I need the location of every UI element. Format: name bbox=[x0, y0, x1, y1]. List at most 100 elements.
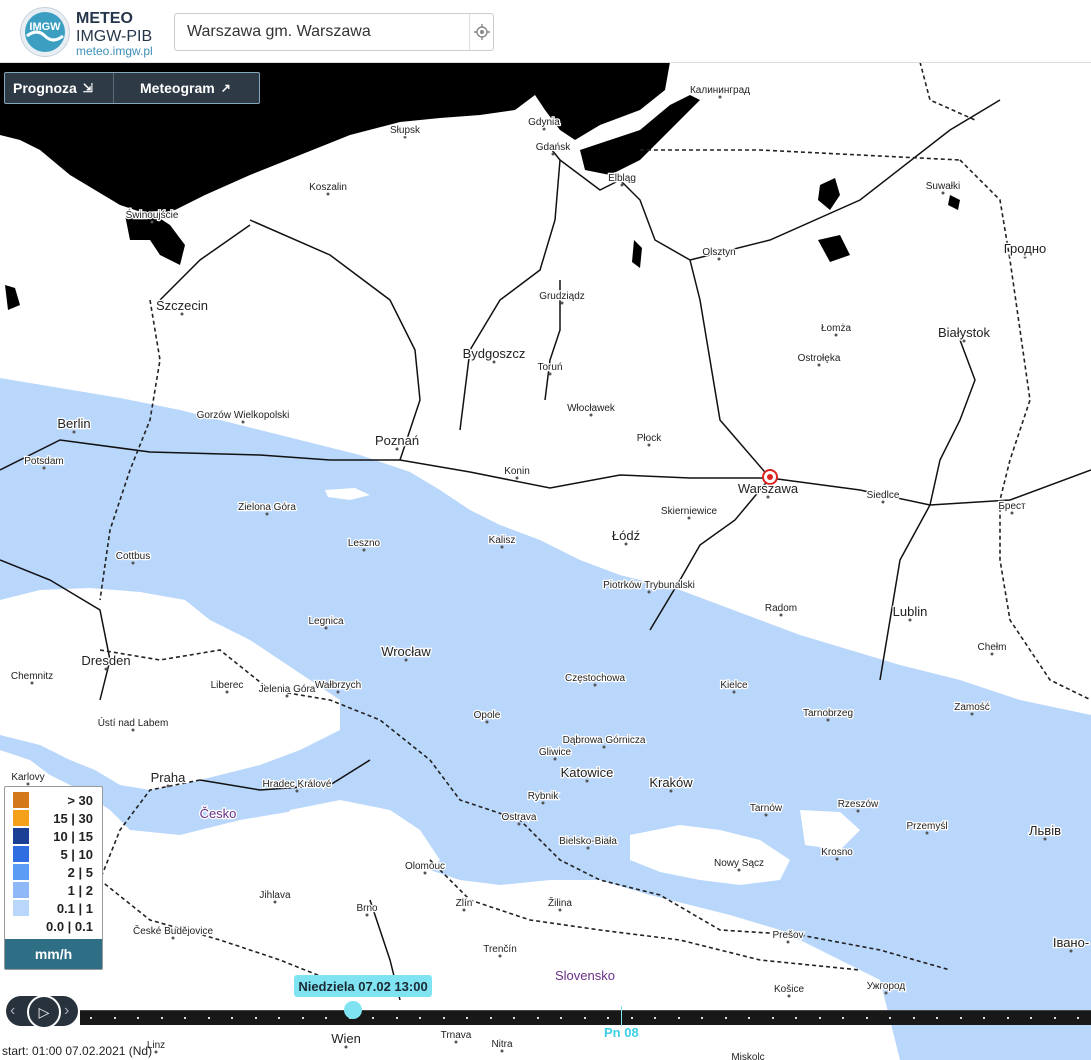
legend-label: 10 | 15 bbox=[53, 828, 93, 844]
legend-swatch bbox=[13, 900, 29, 916]
view-tabs: Prognoza ⇲ Meteogram ↗ bbox=[4, 72, 260, 104]
map-label: Tarnów bbox=[750, 803, 783, 814]
map-label: Włocławek bbox=[567, 403, 616, 414]
legend-item: > 30 bbox=[13, 791, 93, 809]
map-label: Legnica bbox=[308, 616, 343, 627]
time-tick bbox=[701, 1017, 703, 1019]
current-time-tooltip: Niedziela 07.02 13:00 bbox=[294, 975, 432, 997]
time-tick bbox=[607, 1017, 609, 1019]
map-label: Katowice bbox=[561, 765, 614, 780]
map-label: Płock bbox=[637, 433, 662, 444]
playback-controls: ‹ ▷ › bbox=[6, 995, 78, 1029]
time-tick bbox=[889, 1017, 891, 1019]
map-label: Potsdam bbox=[24, 456, 63, 467]
legend-item: 5 | 10 bbox=[13, 845, 93, 863]
map-label: Praha bbox=[151, 770, 186, 785]
time-tick bbox=[137, 1017, 139, 1019]
map-label: Cottbus bbox=[116, 551, 150, 562]
legend-label: 15 | 30 bbox=[53, 810, 93, 826]
time-tick bbox=[678, 1017, 680, 1019]
map-label: Zielona Góra bbox=[238, 502, 296, 513]
map-label: Lublin bbox=[893, 604, 928, 619]
legend-swatch bbox=[13, 792, 29, 808]
legend-label: 0.0 | 0.1 bbox=[45, 918, 93, 934]
time-tick bbox=[795, 1017, 797, 1019]
start-time-label: start: 01:00 07.02.2021 (Nd) bbox=[2, 1044, 153, 1058]
time-tick bbox=[913, 1017, 915, 1019]
chevron-left-icon[interactable]: ‹ bbox=[10, 1002, 15, 1020]
time-tick bbox=[631, 1017, 633, 1019]
time-tick bbox=[1007, 1017, 1009, 1019]
play-button[interactable]: ▷ bbox=[27, 995, 61, 1029]
time-tick bbox=[748, 1017, 750, 1019]
time-tick bbox=[396, 1017, 398, 1019]
time-tick bbox=[208, 1017, 210, 1019]
map-label: Przemyśl bbox=[906, 821, 947, 832]
map-label: Koszalin bbox=[309, 182, 347, 193]
search-divider bbox=[469, 14, 470, 50]
legend-item: 0.0 | 0.1 bbox=[13, 917, 93, 935]
map-label: Krosno bbox=[821, 847, 853, 858]
map-label: Opole bbox=[474, 710, 501, 721]
legend-label: 2 | 5 bbox=[67, 864, 93, 880]
map-label: Wrocław bbox=[381, 644, 431, 659]
time-tick bbox=[819, 1017, 821, 1019]
time-tick bbox=[513, 1017, 515, 1019]
chevron-right-icon[interactable]: › bbox=[64, 1002, 69, 1020]
time-tick bbox=[443, 1017, 445, 1019]
map-label: Ostrava bbox=[501, 812, 536, 823]
map-label: Jihlava bbox=[259, 890, 291, 901]
time-tick bbox=[983, 1017, 985, 1019]
time-tick bbox=[866, 1017, 868, 1019]
legend-swatch bbox=[13, 846, 29, 862]
day-marker-label: Pn 08 bbox=[604, 1025, 639, 1040]
map-label: Siedlce bbox=[867, 490, 900, 501]
map-label: Trenčín bbox=[483, 944, 517, 955]
map-label: Tarnobrzeg bbox=[803, 708, 853, 719]
legend-unit[interactable]: mm/h bbox=[5, 939, 102, 969]
map-label: Львів bbox=[1029, 823, 1061, 838]
time-tick bbox=[960, 1017, 962, 1019]
time-slider-thumb[interactable] bbox=[343, 1001, 362, 1019]
legend-item: 15 | 30 bbox=[13, 809, 93, 827]
time-tick bbox=[325, 1017, 327, 1019]
map-label: Gdynia bbox=[528, 117, 560, 128]
precipitation-legend: > 30 15 | 30 10 | 15 5 | 10 2 | 5 1 | 2 0.1 | … bbox=[4, 786, 103, 970]
time-tick bbox=[490, 1017, 492, 1019]
chart-trend-icon: ↗ bbox=[220, 81, 231, 95]
map-label: Wałbrzych bbox=[315, 680, 361, 691]
map-label: Ostrołęka bbox=[798, 353, 841, 364]
time-tick bbox=[302, 1017, 304, 1019]
time-tick bbox=[654, 1017, 656, 1019]
arrow-down-right-icon: ⇲ bbox=[82, 81, 93, 95]
map-label: Kalisz bbox=[489, 535, 516, 546]
time-slider-track[interactable] bbox=[80, 1010, 1091, 1025]
time-tick bbox=[161, 1017, 163, 1019]
logo-url[interactable]: meteo.imgw.pl bbox=[76, 44, 153, 58]
time-tick bbox=[255, 1017, 257, 1019]
location-search-input[interactable]: Warszawa gm. Warszawa bbox=[174, 13, 494, 51]
map-label: Žilina bbox=[548, 896, 572, 909]
map-label: Suwałki bbox=[926, 181, 960, 192]
time-tick bbox=[772, 1017, 774, 1019]
time-tick bbox=[842, 1017, 844, 1019]
map-label: Karlovy bbox=[11, 772, 44, 783]
imgw-logo-icon[interactable]: IMGW bbox=[20, 7, 70, 57]
time-tick bbox=[231, 1017, 233, 1019]
time-tick bbox=[725, 1017, 727, 1019]
tab-meteogram[interactable]: Meteogram ↗ bbox=[114, 73, 231, 103]
time-tick bbox=[1030, 1017, 1032, 1019]
map-label: Białystok bbox=[938, 325, 991, 340]
time-tick bbox=[1054, 1017, 1056, 1019]
legend-label: 1 | 2 bbox=[67, 882, 93, 898]
map-label: Ужгород bbox=[867, 981, 906, 992]
map-label: Gdańsk bbox=[536, 142, 571, 153]
time-tick bbox=[1077, 1017, 1079, 1019]
geolocate-button[interactable] bbox=[471, 14, 493, 50]
map-label: Szczecin bbox=[156, 298, 208, 313]
legend-swatch bbox=[13, 810, 29, 826]
map-label: Bydgoszcz bbox=[463, 346, 526, 361]
precipitation-map[interactable]: Калининград Gdynia Gdańsk Elbląg Słupsk Kosza… bbox=[0, 62, 1091, 1060]
tab-prognoza[interactable]: Prognoza ⇲ bbox=[5, 73, 114, 103]
map-label: Gliwice bbox=[539, 747, 572, 758]
